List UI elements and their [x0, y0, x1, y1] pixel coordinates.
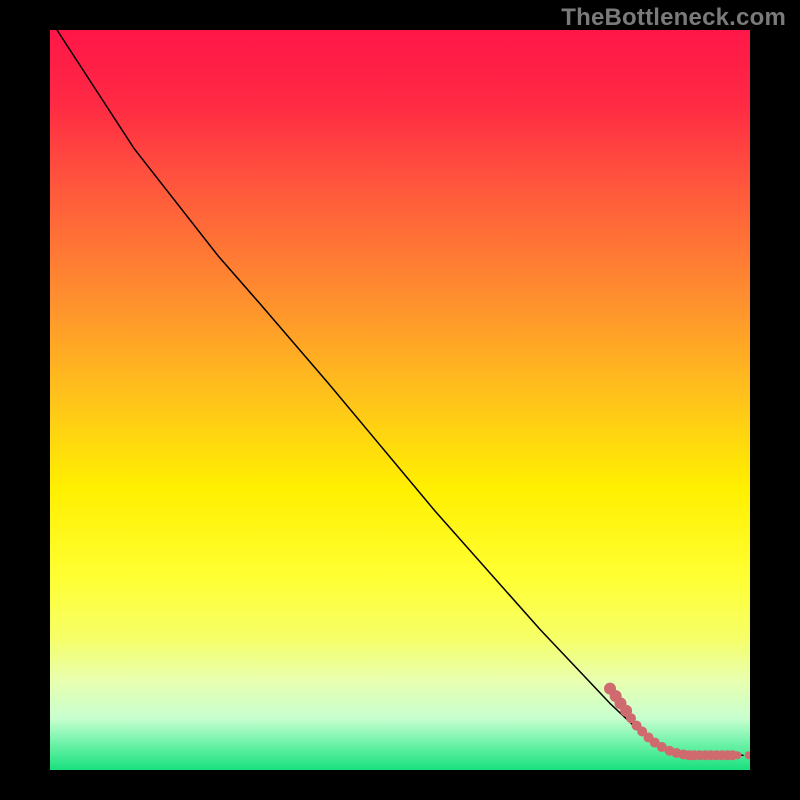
watermark-text: TheBottleneck.com [561, 4, 786, 32]
gradient-background [50, 30, 750, 770]
plot-area [50, 30, 750, 770]
scatter-point [733, 751, 741, 759]
chart-svg [50, 30, 750, 770]
chart-frame: TheBottleneck.com [0, 0, 800, 800]
